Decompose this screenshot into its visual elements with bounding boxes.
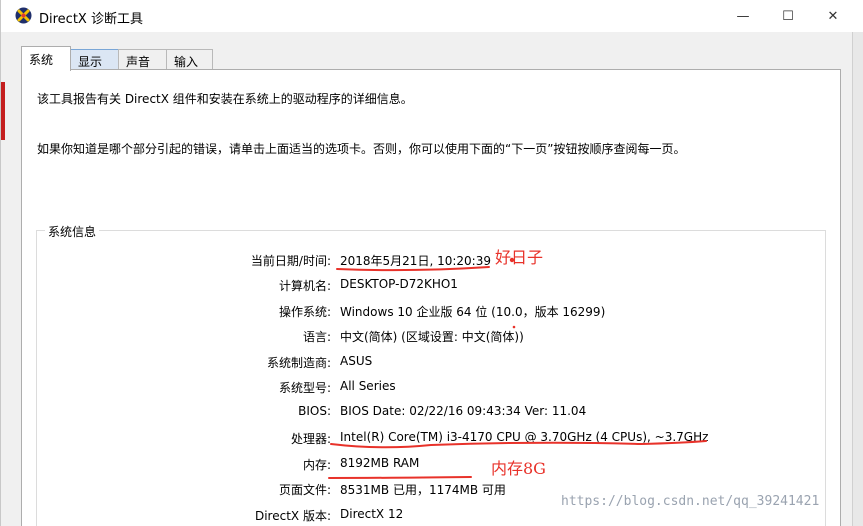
annotation-good-day: 好日子 (495, 248, 544, 267)
info-row-computer-name: 计算机名: DESKTOP-D72KHO1 (37, 277, 817, 295)
info-row-memory: 内存: 8192MB RAM (37, 456, 817, 474)
info-value: Intel(R) Core(TM) i3-4170 CPU @ 3.70GHz … (340, 430, 709, 444)
tab-sound[interactable]: 声音 (118, 49, 167, 70)
info-row-manufacturer: 系统制造商: ASUS (37, 354, 817, 372)
info-row-datetime: 当前日期/时间: 2018年5月21日, 10:20:39 (37, 252, 817, 270)
info-value: 8192MB RAM (340, 456, 420, 470)
system-info-group: 系统信息 当前日期/时间: 2018年5月21日, 10:20:39 计算机名:… (36, 223, 826, 526)
directx-app-icon (15, 7, 32, 24)
info-row-model: 系统型号: All Series (37, 379, 817, 397)
info-row-processor: 处理器: Intel(R) Core(TM) i3-4170 CPU @ 3.7… (37, 430, 817, 448)
info-row-bios: BIOS: BIOS Date: 02/22/16 09:43:34 Ver: … (37, 404, 817, 422)
watermark-url: https://blog.csdn.net/qq_39241421 (561, 494, 820, 509)
info-label: 系统型号: (278, 381, 331, 395)
tab-system[interactable]: 系统 (21, 46, 71, 71)
info-label: 计算机名: (278, 279, 331, 293)
intro-text-2: 如果你知道是哪个部分引起的错误，请单击上面适当的选项卡。否则，你可以使用下面的“… (37, 142, 686, 156)
info-row-directx-version: DirectX 版本: DirectX 12 (37, 507, 817, 525)
info-label: DirectX 版本: (254, 509, 331, 523)
info-label: BIOS: (298, 404, 331, 418)
maximize-button[interactable]: ☐ (765, 0, 811, 32)
directx-diagnostic-window: DirectX 诊断工具 — ☐ ✕ 系统 显示 声音 输入 该工具报告有关 D… (0, 0, 863, 526)
info-row-os: 操作系统: Windows 10 企业版 64 位 (10.0，版本 16299… (37, 303, 817, 321)
info-label: 内存: (302, 458, 331, 472)
info-value: Windows 10 企业版 64 位 (10.0，版本 16299) (340, 305, 606, 319)
title-bar: DirectX 诊断工具 — ☐ ✕ (1, 0, 863, 32)
info-value: ASUS (340, 354, 373, 368)
background-window-edge (1, 82, 5, 140)
info-label: 语言: (302, 330, 331, 344)
window-title: DirectX 诊断工具 (39, 12, 143, 27)
close-button[interactable]: ✕ (810, 0, 856, 32)
system-tab-panel: 该工具报告有关 DirectX 组件和安装在系统上的驱动程序的详细信息。 如果你… (21, 69, 841, 526)
intro-text-1: 该工具报告有关 DirectX 组件和安装在系统上的驱动程序的详细信息。 (37, 92, 413, 106)
info-label: 操作系统: (278, 305, 331, 319)
info-value: BIOS Date: 02/22/16 09:43:34 Ver: 11.04 (340, 404, 587, 418)
info-label: 页面文件: (278, 483, 331, 497)
tab-input[interactable]: 输入 (166, 49, 213, 70)
window-right-edge (852, 32, 863, 526)
info-value: DESKTOP-D72KHO1 (340, 277, 458, 291)
info-label: 当前日期/时间: (250, 254, 331, 268)
info-label: 系统制造商: (266, 356, 331, 370)
annotation-memory: 内存8G (491, 459, 546, 478)
tab-display[interactable]: 显示 (70, 49, 119, 70)
info-row-language: 语言: 中文(简体) (区域设置: 中文(简体)) (37, 328, 817, 346)
info-value: 2018年5月21日, 10:20:39 (340, 254, 491, 268)
info-value: DirectX 12 (340, 507, 404, 521)
system-info-group-title: 系统信息 (45, 223, 100, 240)
info-label: 处理器: (290, 432, 331, 446)
minimize-button[interactable]: — (720, 0, 766, 32)
info-value: 中文(简体) (区域设置: 中文(简体)) (340, 330, 524, 344)
info-value: All Series (340, 379, 396, 393)
info-value: 8531MB 已用，1174MB 可用 (340, 483, 506, 497)
